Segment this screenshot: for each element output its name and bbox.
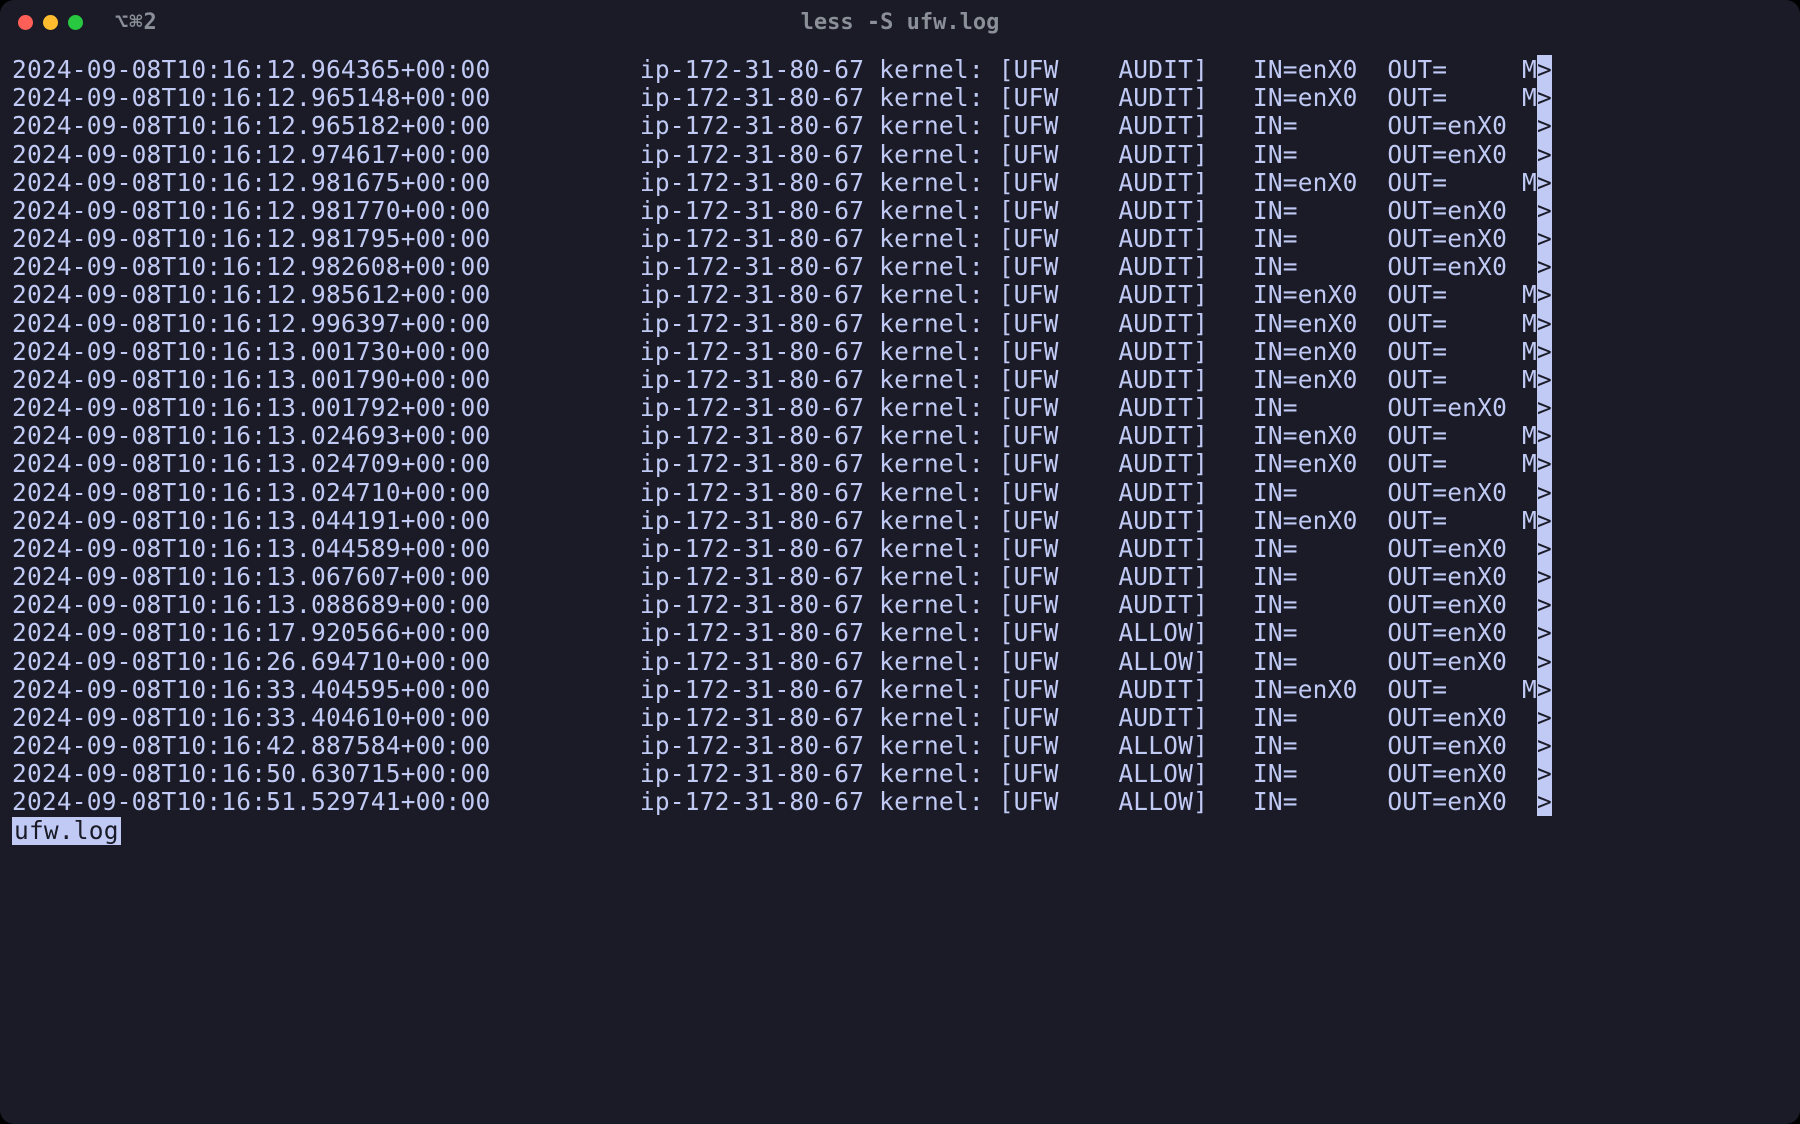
log-line: 2024-09-08T10:16:13.067607+00:00 ip-172-… xyxy=(12,563,1792,591)
truncation-indicator: > xyxy=(1537,365,1552,394)
truncation-indicator: > xyxy=(1537,337,1552,366)
zoom-icon[interactable] xyxy=(68,15,83,30)
log-line: 2024-09-08T10:16:33.404610+00:00 ip-172-… xyxy=(12,704,1792,732)
truncation-indicator: > xyxy=(1537,731,1552,760)
log-text: 2024-09-08T10:16:13.024709+00:00 ip-172-… xyxy=(12,449,1537,478)
close-icon[interactable] xyxy=(18,15,33,30)
log-text: 2024-09-08T10:16:12.985612+00:00 ip-172-… xyxy=(12,280,1537,309)
log-text: 2024-09-08T10:16:13.024693+00:00 ip-172-… xyxy=(12,421,1537,450)
truncation-indicator: > xyxy=(1537,393,1552,422)
log-text: 2024-09-08T10:16:42.887584+00:00 ip-172-… xyxy=(12,731,1537,760)
truncation-indicator: > xyxy=(1537,83,1552,112)
truncation-indicator: > xyxy=(1537,168,1552,197)
log-line: 2024-09-08T10:16:42.887584+00:00 ip-172-… xyxy=(12,732,1792,760)
log-line: 2024-09-08T10:16:50.630715+00:00 ip-172-… xyxy=(12,760,1792,788)
log-text: 2024-09-08T10:16:12.965182+00:00 ip-172-… xyxy=(12,111,1537,140)
log-line: 2024-09-08T10:16:12.965182+00:00 ip-172-… xyxy=(12,112,1792,140)
truncation-indicator: > xyxy=(1537,421,1552,450)
truncation-indicator: > xyxy=(1537,449,1552,478)
log-text: 2024-09-08T10:16:50.630715+00:00 ip-172-… xyxy=(12,759,1537,788)
log-line: 2024-09-08T10:16:12.981770+00:00 ip-172-… xyxy=(12,197,1792,225)
tab-keyhint: ⌥⌘2 xyxy=(115,10,158,35)
log-line: 2024-09-08T10:16:12.965148+00:00 ip-172-… xyxy=(12,84,1792,112)
log-line: 2024-09-08T10:16:13.024710+00:00 ip-172-… xyxy=(12,479,1792,507)
log-line: 2024-09-08T10:16:12.974617+00:00 ip-172-… xyxy=(12,141,1792,169)
log-text: 2024-09-08T10:16:12.981770+00:00 ip-172-… xyxy=(12,196,1537,225)
window-title: less -S ufw.log xyxy=(0,10,1800,35)
log-text: 2024-09-08T10:16:33.404610+00:00 ip-172-… xyxy=(12,703,1537,732)
log-text: 2024-09-08T10:16:17.920566+00:00 ip-172-… xyxy=(12,618,1537,647)
truncation-indicator: > xyxy=(1537,55,1552,84)
log-text: 2024-09-08T10:16:13.044589+00:00 ip-172-… xyxy=(12,534,1537,563)
log-text: 2024-09-08T10:16:13.001792+00:00 ip-172-… xyxy=(12,393,1537,422)
log-text: 2024-09-08T10:16:13.001730+00:00 ip-172-… xyxy=(12,337,1537,366)
truncation-indicator: > xyxy=(1537,196,1552,225)
log-line: 2024-09-08T10:16:33.404595+00:00 ip-172-… xyxy=(12,676,1792,704)
less-status-line: ufw.log xyxy=(12,817,121,845)
log-line: 2024-09-08T10:16:13.044191+00:00 ip-172-… xyxy=(12,507,1792,535)
log-line: 2024-09-08T10:16:12.981795+00:00 ip-172-… xyxy=(12,225,1792,253)
truncation-indicator: > xyxy=(1537,590,1552,619)
log-text: 2024-09-08T10:16:12.965148+00:00 ip-172-… xyxy=(12,83,1537,112)
truncation-indicator: > xyxy=(1537,309,1552,338)
truncation-indicator: > xyxy=(1537,506,1552,535)
log-text: 2024-09-08T10:16:26.694710+00:00 ip-172-… xyxy=(12,647,1537,676)
log-line: 2024-09-08T10:16:13.001730+00:00 ip-172-… xyxy=(12,338,1792,366)
log-text: 2024-09-08T10:16:51.529741+00:00 ip-172-… xyxy=(12,787,1537,816)
traffic-lights xyxy=(18,15,83,30)
truncation-indicator: > xyxy=(1537,618,1552,647)
log-line: 2024-09-08T10:16:13.044589+00:00 ip-172-… xyxy=(12,535,1792,563)
truncation-indicator: > xyxy=(1537,252,1552,281)
truncation-indicator: > xyxy=(1537,675,1552,704)
log-line: 2024-09-08T10:16:13.001790+00:00 ip-172-… xyxy=(12,366,1792,394)
truncation-indicator: > xyxy=(1537,534,1552,563)
log-text: 2024-09-08T10:16:12.981795+00:00 ip-172-… xyxy=(12,224,1537,253)
log-text: 2024-09-08T10:16:13.024710+00:00 ip-172-… xyxy=(12,478,1537,507)
log-line: 2024-09-08T10:16:26.694710+00:00 ip-172-… xyxy=(12,648,1792,676)
log-text: 2024-09-08T10:16:13.088689+00:00 ip-172-… xyxy=(12,590,1537,619)
truncation-indicator: > xyxy=(1537,280,1552,309)
log-line: 2024-09-08T10:16:12.981675+00:00 ip-172-… xyxy=(12,169,1792,197)
minimize-icon[interactable] xyxy=(43,15,58,30)
truncation-indicator: > xyxy=(1537,703,1552,732)
log-line: 2024-09-08T10:16:13.088689+00:00 ip-172-… xyxy=(12,591,1792,619)
truncation-indicator: > xyxy=(1537,111,1552,140)
log-line: 2024-09-08T10:16:13.024709+00:00 ip-172-… xyxy=(12,450,1792,478)
log-text: 2024-09-08T10:16:12.981675+00:00 ip-172-… xyxy=(12,168,1537,197)
log-text: 2024-09-08T10:16:13.001790+00:00 ip-172-… xyxy=(12,365,1537,394)
titlebar: ⌥⌘2 less -S ufw.log xyxy=(0,0,1800,44)
truncation-indicator: > xyxy=(1537,478,1552,507)
truncation-indicator: > xyxy=(1537,647,1552,676)
log-line: 2024-09-08T10:16:12.996397+00:00 ip-172-… xyxy=(12,310,1792,338)
log-text: 2024-09-08T10:16:12.982608+00:00 ip-172-… xyxy=(12,252,1537,281)
log-line: 2024-09-08T10:16:13.024693+00:00 ip-172-… xyxy=(12,422,1792,450)
log-text: 2024-09-08T10:16:12.964365+00:00 ip-172-… xyxy=(12,55,1537,84)
terminal-output[interactable]: 2024-09-08T10:16:12.964365+00:00 ip-172-… xyxy=(0,44,1800,845)
truncation-indicator: > xyxy=(1537,140,1552,169)
log-line: 2024-09-08T10:16:13.001792+00:00 ip-172-… xyxy=(12,394,1792,422)
truncation-indicator: > xyxy=(1537,759,1552,788)
log-text: 2024-09-08T10:16:13.044191+00:00 ip-172-… xyxy=(12,506,1537,535)
log-text: 2024-09-08T10:16:12.996397+00:00 ip-172-… xyxy=(12,309,1537,338)
log-line: 2024-09-08T10:16:12.985612+00:00 ip-172-… xyxy=(12,281,1792,309)
log-text: 2024-09-08T10:16:33.404595+00:00 ip-172-… xyxy=(12,675,1537,704)
truncation-indicator: > xyxy=(1537,224,1552,253)
log-line: 2024-09-08T10:16:51.529741+00:00 ip-172-… xyxy=(12,788,1792,816)
truncation-indicator: > xyxy=(1537,787,1552,816)
truncation-indicator: > xyxy=(1537,562,1552,591)
log-text: 2024-09-08T10:16:12.974617+00:00 ip-172-… xyxy=(12,140,1537,169)
log-line: 2024-09-08T10:16:17.920566+00:00 ip-172-… xyxy=(12,619,1792,647)
log-line: 2024-09-08T10:16:12.982608+00:00 ip-172-… xyxy=(12,253,1792,281)
terminal-window: ⌥⌘2 less -S ufw.log 2024-09-08T10:16:12.… xyxy=(0,0,1800,1124)
log-line: 2024-09-08T10:16:12.964365+00:00 ip-172-… xyxy=(12,56,1792,84)
log-text: 2024-09-08T10:16:13.067607+00:00 ip-172-… xyxy=(12,562,1537,591)
